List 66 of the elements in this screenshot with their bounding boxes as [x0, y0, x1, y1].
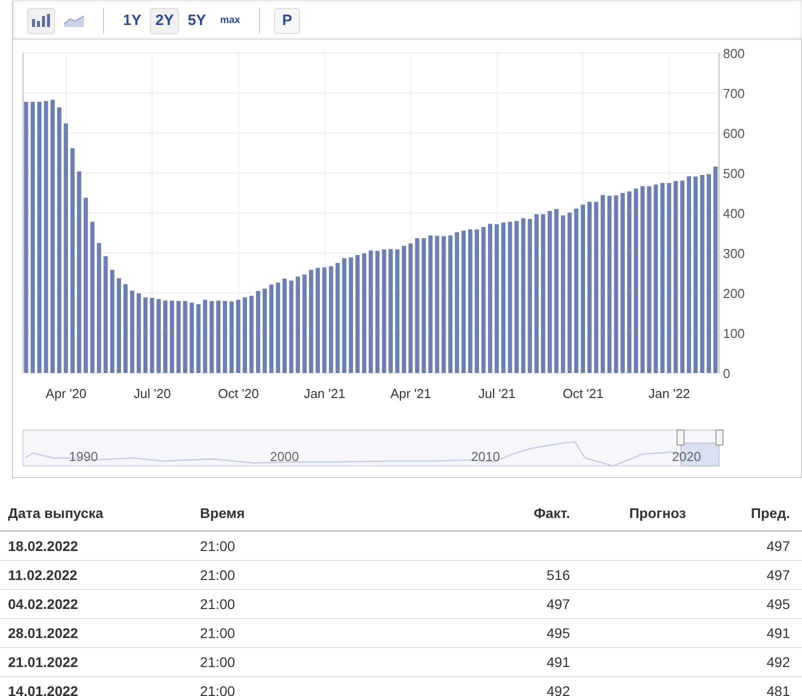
date-cell-text: 04.02.2022 [8, 596, 80, 612]
actual-cell-text: 516 [546, 567, 570, 583]
y-axis-label: 600 [723, 126, 745, 141]
x-axis-label: Jan '21 [304, 386, 346, 401]
date-cell-text: 28.01.2022 [8, 625, 80, 641]
p-button[interactable]: P [274, 8, 300, 34]
previous-cell-text: 492 [766, 654, 790, 670]
time-cell-text: 21:00 [200, 538, 236, 554]
previous-cell-text: 497 [766, 538, 790, 554]
bar [222, 301, 228, 373]
previous-cell-text: 497 [766, 567, 790, 583]
navigator-year-label: 2000 [270, 449, 299, 464]
y-axis-label: 300 [723, 246, 745, 261]
time-cell-text: 21:00 [200, 625, 236, 641]
bar [210, 301, 214, 373]
column-header[interactable]: Дата выпуска [8, 505, 200, 521]
bar [190, 302, 194, 373]
navigator-year-label: 1990 [69, 449, 98, 464]
x-axis-label: Oct '20 [218, 386, 259, 401]
column-header[interactable]: Время [200, 505, 450, 521]
range-button[interactable]: 1Y [118, 8, 146, 34]
date-cell-text: 14.01.2022 [8, 683, 80, 696]
time-cell-text: 21:00 [200, 654, 236, 670]
previous-cell-text: 481 [766, 683, 790, 696]
bar [229, 301, 234, 373]
y-axis-label: 500 [723, 166, 745, 181]
bar [176, 301, 181, 373]
x-axis-label: Jul '21 [478, 386, 516, 401]
x-axis-label: Jul '20 [134, 386, 171, 401]
x-axis-label: Apr '21 [390, 386, 432, 401]
date-cell-text: 21.01.2022 [8, 654, 80, 670]
bar-chart-icon [32, 14, 50, 27]
bar [196, 304, 201, 373]
column-header[interactable]: Пред. [686, 505, 790, 521]
date-cell-text: 18.02.2022 [8, 538, 80, 554]
y-axis-label: 400 [723, 206, 745, 221]
x-axis-label: Apr '20 [46, 386, 86, 401]
previous-cell-text: 491 [766, 625, 790, 641]
navigator-handle[interactable] [716, 430, 724, 446]
y-axis-label: 700 [723, 86, 745, 101]
time-cell-text: 21:00 [200, 567, 236, 583]
time-cell-text: 21:00 [200, 683, 236, 696]
range-button[interactable]: 2Y [150, 8, 179, 34]
bar-chart-button[interactable] [27, 8, 55, 34]
time-cell-text: 21:00 [200, 596, 236, 612]
x-axis-label: Oct '21 [562, 386, 604, 401]
area-chart-icon [64, 14, 84, 26]
y-axis-label: 800 [723, 46, 745, 61]
bar [183, 301, 188, 373]
previous-cell-text: 495 [766, 596, 790, 612]
y-axis-label: 0 [723, 366, 730, 381]
navigator-handle[interactable] [676, 430, 684, 446]
column-header[interactable]: Факт. [450, 505, 570, 521]
navigator-year-label: 2020 [672, 449, 701, 464]
navigator-year-label: 2010 [471, 449, 500, 464]
actual-cell-text: 492 [546, 683, 570, 696]
actual-cell-text: 495 [546, 625, 570, 641]
actual-cell-text: 491 [546, 654, 570, 670]
date-cell-text: 11.02.2022 [8, 567, 78, 583]
range-button[interactable]: max [215, 8, 246, 34]
column-header[interactable]: Прогноз [570, 505, 686, 521]
x-axis-label: Jan '22 [648, 386, 690, 401]
y-axis-label: 200 [723, 286, 745, 301]
range-button[interactable]: 5Y [182, 8, 212, 34]
y-axis-label: 100 [723, 326, 745, 341]
actual-cell-text: 497 [546, 596, 570, 612]
